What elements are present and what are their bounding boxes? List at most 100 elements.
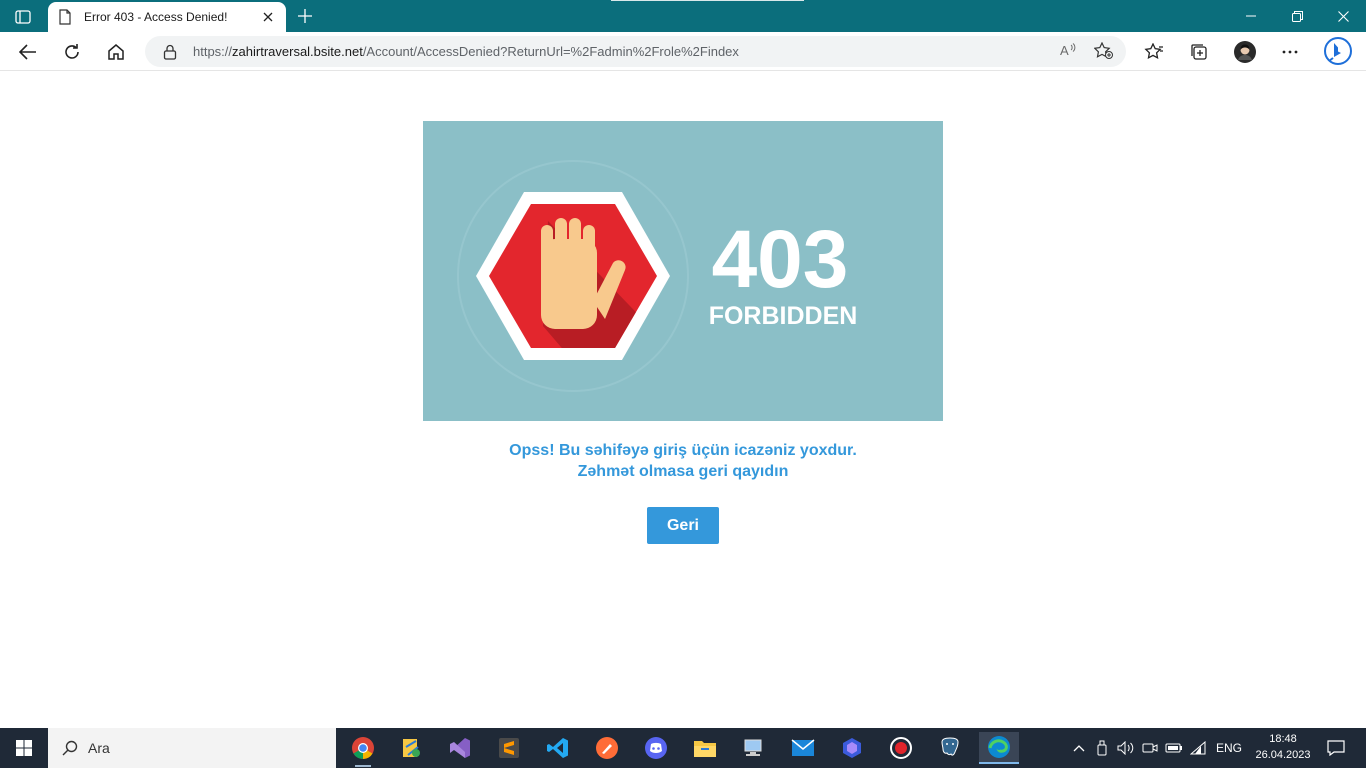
- collections-icon: [1191, 44, 1207, 60]
- taskbar-network-tool[interactable]: [734, 732, 774, 764]
- tray-overflow-button[interactable]: [1068, 744, 1090, 752]
- url-scheme: https://: [193, 44, 233, 59]
- clock-time: 18:48: [1269, 733, 1297, 745]
- back-link-button[interactable]: Geri: [647, 507, 719, 544]
- tab-actions-button[interactable]: [8, 6, 38, 28]
- navigation-bar: https://zahirtraversal.bsite.net/Account…: [0, 32, 1366, 71]
- tray-wifi[interactable]: [1186, 741, 1210, 755]
- read-aloud-button[interactable]: A: [1060, 42, 1078, 61]
- taskbar-discord[interactable]: [636, 732, 676, 764]
- taskbar-edge[interactable]: [979, 732, 1019, 764]
- drag-indicator: [611, 0, 804, 1]
- bing-icon: [1324, 37, 1352, 65]
- profile-button[interactable]: [1230, 37, 1260, 67]
- url-text: https://zahirtraversal.bsite.net/Account…: [193, 44, 739, 59]
- notification-icon: [1327, 740, 1345, 756]
- language-indicator[interactable]: ENG: [1216, 741, 1242, 755]
- tab-title: Error 403 - Access Denied!: [84, 10, 228, 24]
- settings-more-button[interactable]: [1275, 37, 1305, 67]
- access-denied-message: Opss! Bu səhifəyə giriş üçün icazəniz yo…: [0, 440, 1366, 482]
- sublime-text-icon: [499, 738, 519, 758]
- volume-icon: [1117, 741, 1134, 755]
- battery-icon: [1165, 743, 1182, 753]
- system-tray: ENG: [1068, 728, 1242, 768]
- favorites-button[interactable]: [1139, 37, 1169, 67]
- svg-text:A: A: [1060, 43, 1069, 58]
- taskbar-file-tool[interactable]: [391, 732, 431, 764]
- taskbar-postgresql[interactable]: [930, 732, 970, 764]
- wifi-icon: [1190, 741, 1206, 755]
- read-aloud-icon: A: [1060, 43, 1076, 58]
- camera-icon: [1142, 743, 1158, 753]
- lock-icon: [163, 44, 177, 60]
- postman-icon: [596, 737, 618, 759]
- tab-actions-icon: [15, 10, 31, 24]
- tab-strip: Error 403 - Access Denied!: [0, 0, 1366, 32]
- search-placeholder: Ara: [88, 740, 110, 756]
- taskbar-search[interactable]: Ara: [48, 728, 336, 768]
- minimize-button[interactable]: [1228, 2, 1274, 30]
- taskbar-visual-studio[interactable]: [440, 732, 480, 764]
- postgresql-icon: [941, 737, 959, 756]
- url-host: zahirtraversal.bsite.net: [232, 44, 363, 59]
- copilot-icon: [843, 738, 861, 758]
- taskbar-vscode[interactable]: [538, 732, 578, 764]
- taskbar-mail[interactable]: [783, 732, 823, 764]
- visual-studio-icon: [450, 738, 470, 758]
- forbidden-graphic: 403 FORBIDDEN: [457, 160, 858, 392]
- close-icon: [263, 12, 273, 22]
- recorder-icon: [890, 737, 912, 759]
- vscode-icon: [547, 738, 568, 758]
- error-label: FORBIDDEN: [709, 302, 858, 330]
- clock-date: 26.04.2023: [1255, 749, 1311, 761]
- forbidden-illustration: 403 FORBIDDEN: [423, 121, 943, 421]
- back-button[interactable]: [13, 37, 43, 67]
- collections-button[interactable]: [1184, 37, 1214, 67]
- tray-camera[interactable]: [1138, 742, 1162, 754]
- start-button[interactable]: [0, 728, 48, 768]
- tab-close-button[interactable]: [260, 9, 276, 25]
- taskbar-chrome[interactable]: [343, 732, 383, 767]
- message-line-2: Zəhmət olmasa geri qayıdın: [577, 463, 789, 480]
- refresh-button[interactable]: [57, 37, 87, 67]
- plus-icon: [298, 9, 312, 23]
- file-explorer-icon: [694, 741, 716, 757]
- more-icon: [1282, 50, 1298, 54]
- restore-icon: [1291, 10, 1303, 22]
- favorites-icon: [1144, 43, 1163, 60]
- tray-usb[interactable]: [1090, 740, 1114, 756]
- message-line-1: Opss! Bu səhifəyə giriş üçün icazəniz yo…: [509, 442, 857, 459]
- chevron-up-icon: [1073, 745, 1085, 752]
- page-icon: [59, 9, 71, 25]
- close-window-button[interactable]: [1320, 2, 1366, 30]
- restore-button[interactable]: [1274, 2, 1320, 30]
- search-icon: [62, 740, 78, 756]
- tray-battery[interactable]: [1162, 743, 1186, 753]
- taskbar-postman[interactable]: [587, 732, 627, 764]
- home-icon: [108, 44, 124, 60]
- running-indicator: [355, 765, 371, 767]
- url-path: /Account/AccessDenied?ReturnUrl=%2Fadmin…: [362, 44, 739, 59]
- avatar: [1234, 41, 1256, 63]
- notifications-button[interactable]: [1322, 734, 1350, 762]
- edge-icon: [988, 736, 1010, 758]
- mail-icon: [791, 739, 815, 756]
- home-button[interactable]: [101, 37, 131, 67]
- discord-icon: [645, 737, 667, 759]
- taskbar-file-explorer[interactable]: [685, 732, 725, 764]
- new-tab-button[interactable]: [294, 5, 316, 27]
- minimize-icon: [1246, 15, 1256, 17]
- address-bar[interactable]: https://zahirtraversal.bsite.net/Account…: [145, 36, 1126, 67]
- bing-chat-button[interactable]: [1322, 35, 1354, 67]
- refresh-icon: [65, 44, 79, 59]
- tray-volume[interactable]: [1114, 741, 1138, 755]
- file-tool-icon: [403, 739, 420, 757]
- taskbar-sublime[interactable]: [489, 732, 529, 764]
- add-favorite-button[interactable]: [1093, 41, 1114, 65]
- taskbar-copilot[interactable]: [832, 732, 872, 764]
- network-tool-icon: [744, 739, 762, 756]
- taskbar-recorder[interactable]: [881, 732, 921, 764]
- arrow-left-icon: [19, 44, 36, 60]
- tab-active[interactable]: Error 403 - Access Denied!: [48, 2, 286, 32]
- clock[interactable]: 18:48 26.04.2023: [1250, 731, 1316, 763]
